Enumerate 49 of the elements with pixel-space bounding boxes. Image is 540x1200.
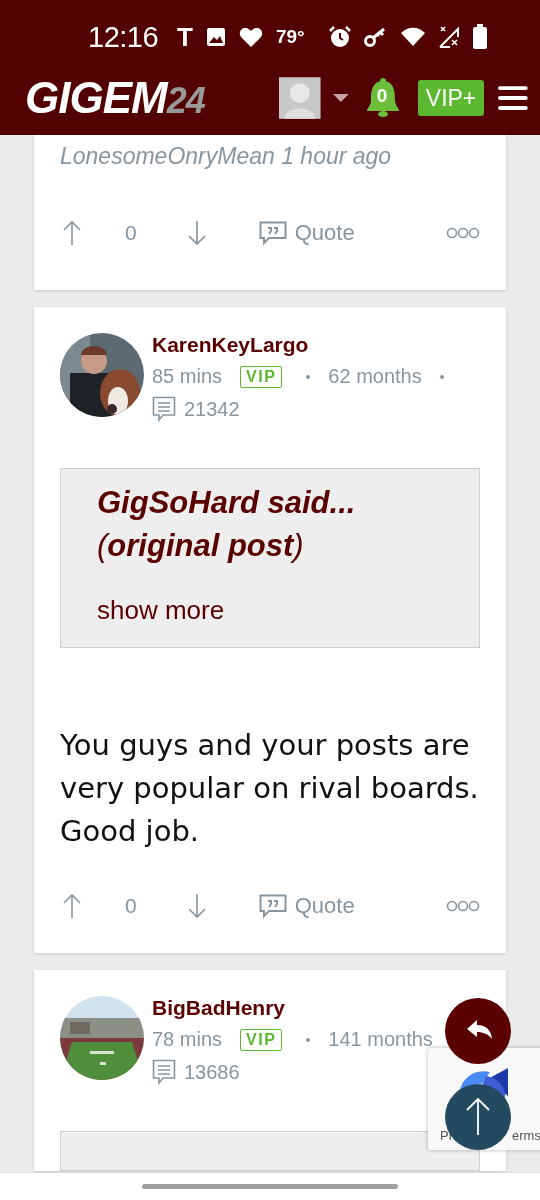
quote-author: GigSoHard said...: [97, 484, 357, 522]
vip-badge: VIP: [240, 1028, 283, 1051]
member-tenure: 62 months: [328, 365, 422, 388]
reply-button[interactable]: [445, 998, 511, 1064]
vote-count: 0: [125, 894, 137, 918]
separator-dot: [439, 374, 444, 379]
username-link[interactable]: BigBadHenry: [152, 996, 433, 1020]
vip-badge: VIP: [240, 365, 283, 388]
key-icon: [364, 27, 388, 47]
post-time: 85 mins: [152, 365, 223, 388]
no-signal-icon: [438, 25, 460, 49]
separator-dot: [306, 374, 311, 379]
post-count: 21342: [184, 397, 240, 421]
caret-icon[interactable]: [332, 93, 349, 103]
quote-bubble-icon: [258, 221, 287, 245]
menu-icon[interactable]: [498, 86, 528, 110]
alarm-icon: [328, 25, 352, 49]
comment-icon: [152, 396, 176, 422]
clock-time: 12:16: [88, 20, 159, 54]
home-handle[interactable]: [142, 1184, 398, 1189]
recaptcha-terms-text[interactable]: erms: [512, 1128, 540, 1143]
battery-icon: [472, 24, 488, 50]
upvote-arrow-icon[interactable]: [62, 893, 82, 919]
wifi-icon: [400, 27, 426, 47]
quote-subtitle: (original post): [97, 527, 305, 565]
show-more-link[interactable]: show more: [97, 595, 443, 626]
upvote-arrow-icon[interactable]: [62, 220, 82, 246]
member-tenure: 141 months: [328, 1028, 433, 1051]
site-logo[interactable]: GIGEM24: [25, 73, 265, 123]
quote-bubble-icon: [258, 894, 287, 918]
post-signature: LonesomeOnryMean 1 hour ago: [60, 143, 393, 170]
more-options-icon[interactable]: [446, 227, 480, 239]
downvote-arrow-icon[interactable]: [186, 893, 207, 919]
more-options-icon[interactable]: [446, 900, 480, 912]
bell-icon: [364, 78, 401, 118]
separator-dot: [306, 1037, 311, 1042]
heart-icon: [238, 26, 263, 48]
temperature: 79°: [275, 26, 305, 48]
notification-count: 0: [376, 86, 388, 106]
downvote-arrow-icon[interactable]: [186, 220, 207, 246]
vote-count: 0: [125, 221, 137, 245]
app-letter-icon: T: [177, 21, 193, 53]
post-count: 13686: [184, 1060, 240, 1084]
image-icon: [205, 27, 226, 47]
post-time: 78 mins: [152, 1028, 223, 1051]
comment-icon: [152, 1059, 176, 1085]
post-body: You guys and your posts are very popular on rival boards. Good job.: [60, 727, 480, 850]
username-link[interactable]: KarenKeyLargo: [152, 333, 450, 357]
avatar-icon[interactable]: [279, 77, 321, 119]
